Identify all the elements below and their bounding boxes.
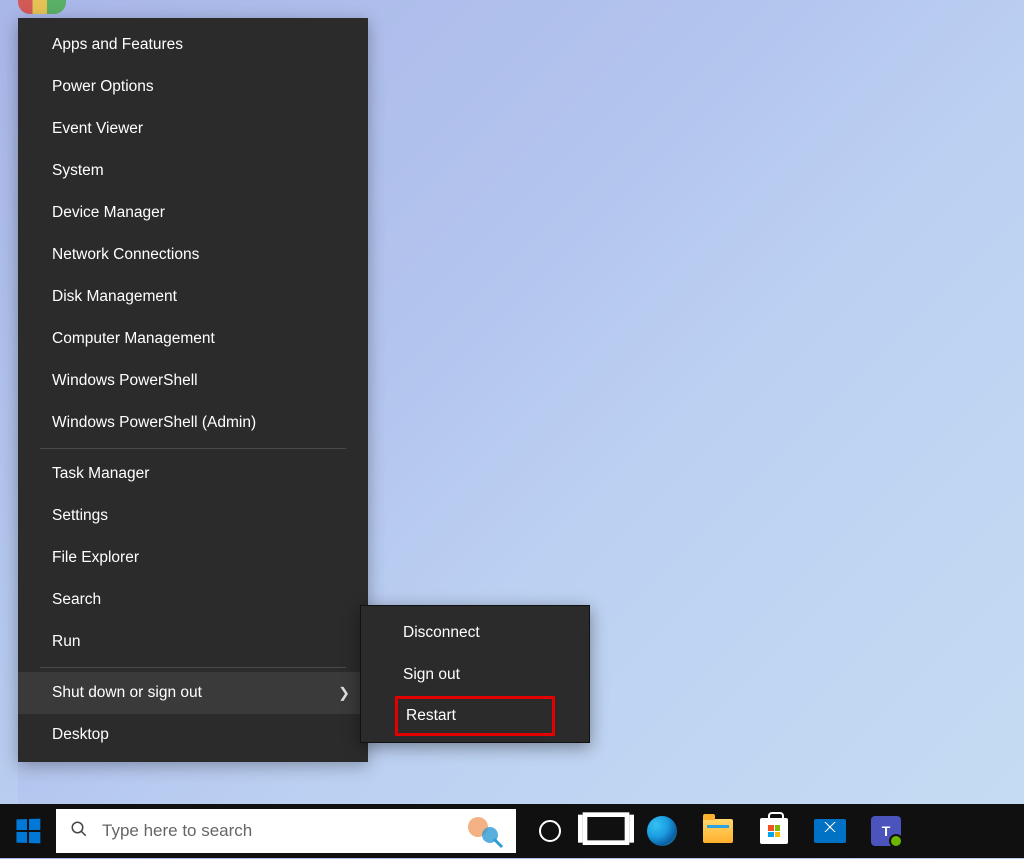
search-highlight-icon xyxy=(464,813,506,849)
menu-disk-management[interactable]: Disk Management xyxy=(18,276,368,318)
desktop-edge xyxy=(0,0,18,804)
menu-desktop[interactable]: Desktop xyxy=(18,714,368,756)
menu-label: Disk Management xyxy=(52,288,177,305)
taskbar-app-store[interactable] xyxy=(746,804,802,858)
menu-power-options[interactable]: Power Options xyxy=(18,66,368,108)
taskbar-app-teams[interactable]: T xyxy=(858,804,914,858)
submenu-disconnect[interactable]: Disconnect xyxy=(361,612,589,654)
taskbar-icons: T xyxy=(522,804,914,858)
search-input[interactable]: Type here to search xyxy=(56,809,516,853)
menu-label: Event Viewer xyxy=(52,120,143,137)
menu-label: Sign out xyxy=(403,666,460,683)
menu-apps-and-features[interactable]: Apps and Features xyxy=(18,24,368,66)
chevron-right-icon: ❯ xyxy=(338,685,350,702)
cortana-button[interactable] xyxy=(522,804,578,858)
submenu-restart[interactable]: Restart xyxy=(395,696,555,736)
menu-label: Settings xyxy=(52,507,108,524)
submenu-signout[interactable]: Sign out xyxy=(361,654,589,696)
menu-label: Apps and Features xyxy=(52,36,183,53)
menu-label: Windows PowerShell xyxy=(52,372,198,389)
menu-file-explorer[interactable]: File Explorer xyxy=(18,537,368,579)
menu-label: System xyxy=(52,162,104,179)
menu-label: Restart xyxy=(406,707,456,724)
windows-logo-icon xyxy=(16,819,40,844)
menu-label: Disconnect xyxy=(403,624,480,641)
menu-label: Desktop xyxy=(52,726,109,743)
mail-icon xyxy=(814,819,846,843)
edge-icon xyxy=(647,816,677,846)
menu-label: Windows PowerShell (Admin) xyxy=(52,414,256,431)
task-view-icon xyxy=(578,803,634,859)
menu-windows-powershell[interactable]: Windows PowerShell xyxy=(18,360,368,402)
menu-label: Search xyxy=(52,591,101,608)
task-view-button[interactable] xyxy=(578,804,634,858)
store-icon xyxy=(760,818,788,844)
folder-icon xyxy=(703,819,733,843)
menu-label: Task Manager xyxy=(52,465,149,482)
menu-system[interactable]: System xyxy=(18,150,368,192)
menu-run[interactable]: Run xyxy=(18,621,368,663)
menu-label: Power Options xyxy=(52,78,154,95)
menu-label: Network Connections xyxy=(52,246,199,263)
teams-icon: T xyxy=(871,816,901,846)
menu-label: Shut down or sign out xyxy=(52,684,202,701)
search-placeholder: Type here to search xyxy=(102,821,252,841)
menu-search[interactable]: Search xyxy=(18,579,368,621)
taskbar-app-explorer[interactable] xyxy=(690,804,746,858)
menu-device-manager[interactable]: Device Manager xyxy=(18,192,368,234)
menu-separator xyxy=(40,667,346,668)
menu-settings[interactable]: Settings xyxy=(18,495,368,537)
menu-shutdown-signout[interactable]: Shut down or sign out ❯ xyxy=(18,672,368,714)
menu-label: File Explorer xyxy=(52,549,139,566)
circle-icon xyxy=(539,820,561,842)
menu-network-connections[interactable]: Network Connections xyxy=(18,234,368,276)
menu-event-viewer[interactable]: Event Viewer xyxy=(18,108,368,150)
chrome-window-edge xyxy=(18,0,66,14)
menu-separator xyxy=(40,448,346,449)
start-button[interactable] xyxy=(0,804,56,858)
menu-label: Computer Management xyxy=(52,330,215,347)
taskbar-app-mail[interactable] xyxy=(802,804,858,858)
taskbar-app-edge[interactable] xyxy=(634,804,690,858)
power-user-menu: Apps and Features Power Options Event Vi… xyxy=(18,18,368,762)
menu-windows-powershell-admin[interactable]: Windows PowerShell (Admin) xyxy=(18,402,368,444)
menu-task-manager[interactable]: Task Manager xyxy=(18,453,368,495)
menu-computer-management[interactable]: Computer Management xyxy=(18,318,368,360)
search-icon xyxy=(70,820,88,843)
menu-label: Run xyxy=(52,633,80,650)
menu-label: Device Manager xyxy=(52,204,165,221)
shutdown-submenu: Disconnect Sign out Restart xyxy=(360,605,590,743)
taskbar: Type here to search T xyxy=(0,804,1024,858)
